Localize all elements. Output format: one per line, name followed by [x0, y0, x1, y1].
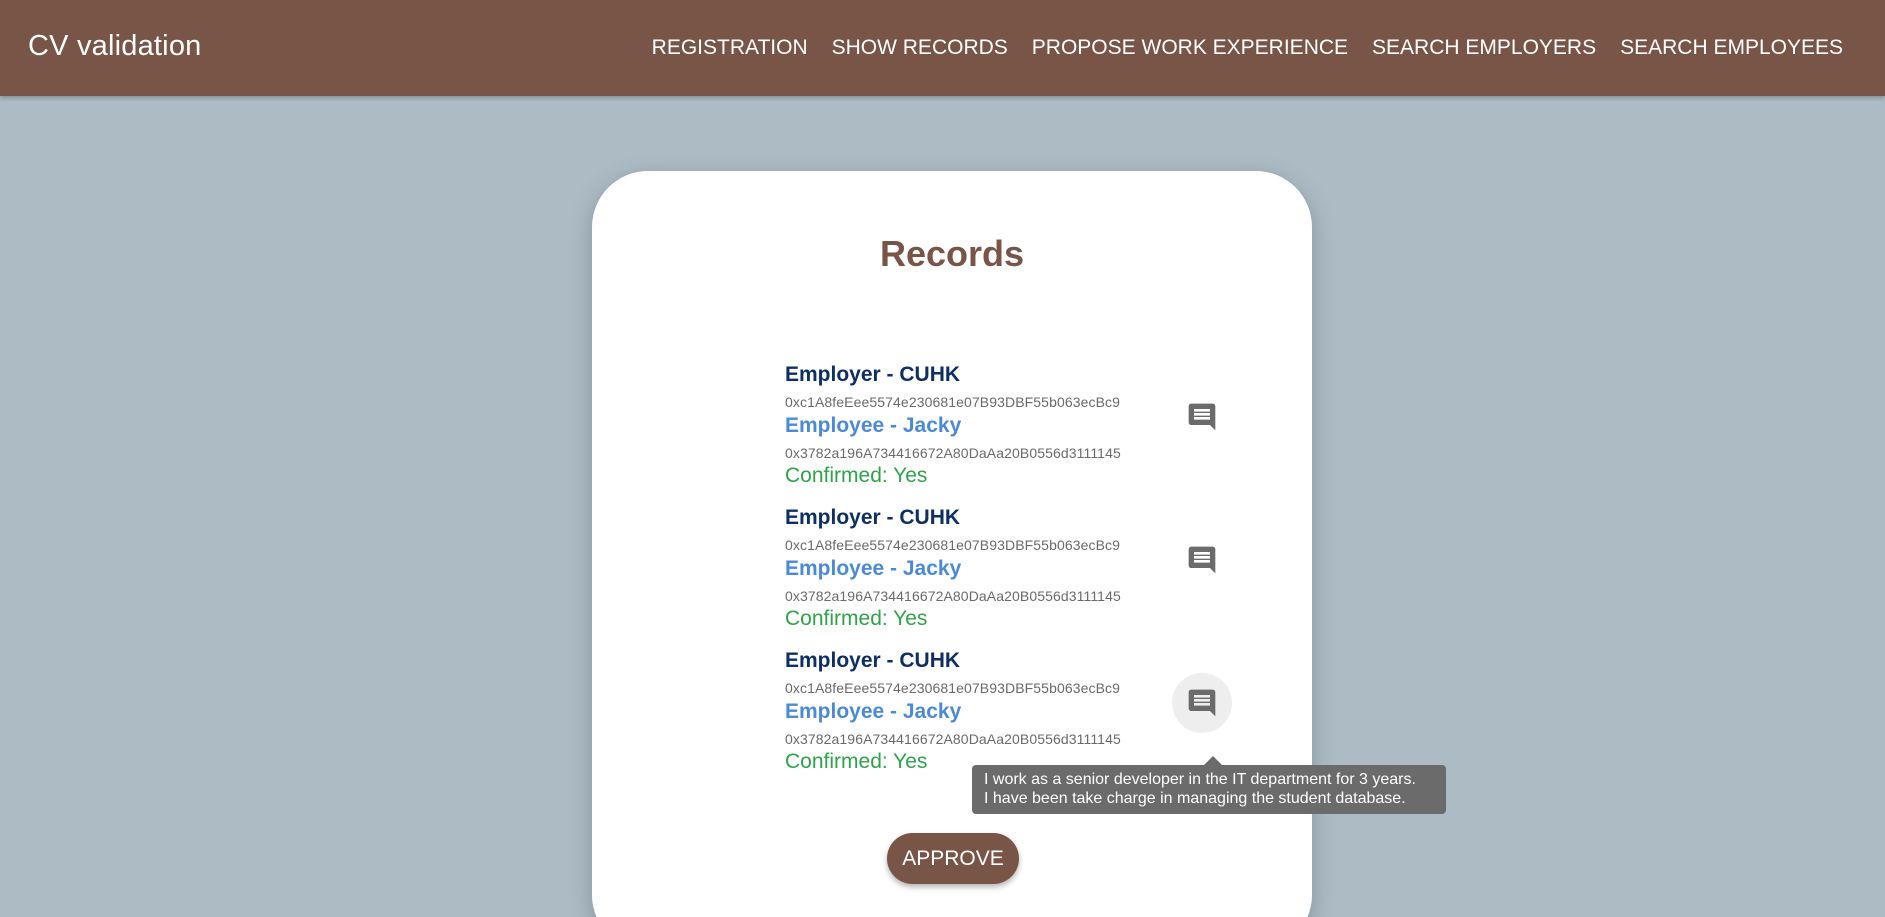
nav-show-records[interactable]: SHOW RECORDS [820, 36, 1020, 60]
confirmed-status: Confirmed: Yes [785, 464, 928, 487]
record-item: Employer - CUHK 0xc1A8feEee5574e230681e0… [785, 363, 1245, 503]
confirmed-status: Confirmed: Yes [785, 607, 928, 630]
nav-propose-work-experience[interactable]: PROPOSE WORK EXPERIENCE [1020, 36, 1360, 60]
comment-tooltip: I work as a senior developer in the IT d… [972, 756, 1446, 814]
employee-address: 0x3782a196A734416672A80DaAa20B0556d31111… [785, 445, 1121, 461]
record-item: Employer - CUHK 0xc1A8feEee5574e230681e0… [785, 506, 1245, 646]
tooltip-line: I have been take charge in managing the … [984, 790, 1406, 807]
comment-button[interactable] [1172, 387, 1232, 447]
employer-address: 0xc1A8feEee5574e230681e07B93DBF55b063ecB… [785, 394, 1121, 410]
comment-icon [1188, 689, 1216, 717]
employee-address: 0x3782a196A734416672A80DaAa20B0556d31111… [785, 731, 1121, 747]
employer-address: 0xc1A8feEee5574e230681e07B93DBF55b063ecB… [785, 537, 1121, 553]
confirmed-status: Confirmed: Yes [785, 750, 928, 773]
employee-name: Employee - Jacky [785, 700, 962, 723]
comment-icon [1188, 546, 1216, 574]
page-title: Records [879, 233, 1025, 274]
employer-name: Employer - CUHK [785, 649, 961, 672]
tooltip-line: I work as a senior developer in the IT d… [984, 771, 1416, 788]
comment-button[interactable] [1172, 530, 1232, 590]
approve-button[interactable]: Approve [887, 833, 1019, 884]
comment-button[interactable] [1172, 673, 1232, 733]
app-bar: CV validation REGISTRATION SHOW RECORDS … [0, 0, 1885, 96]
nav-search-employers[interactable]: SEARCH EMPLOYERS [1360, 36, 1608, 60]
comment-icon [1188, 403, 1216, 431]
employer-name: Employer - CUHK [785, 506, 961, 529]
app-title[interactable]: CV validation [28, 30, 201, 63]
top-nav: REGISTRATION SHOW RECORDS PROPOSE WORK E… [640, 0, 1855, 96]
records-card: Records Employer - CUHK 0xc1A8feEee5574e… [592, 171, 1446, 917]
employer-address: 0xc1A8feEee5574e230681e07B93DBF55b063ecB… [785, 680, 1121, 696]
nav-registration[interactable]: REGISTRATION [640, 36, 820, 60]
nav-search-employees[interactable]: SEARCH EMPLOYEES [1608, 36, 1855, 60]
employee-name: Employee - Jacky [785, 414, 962, 437]
employee-name: Employee - Jacky [785, 557, 962, 580]
employee-address: 0x3782a196A734416672A80DaAa20B0556d31111… [785, 588, 1121, 604]
employer-name: Employer - CUHK [785, 363, 961, 386]
